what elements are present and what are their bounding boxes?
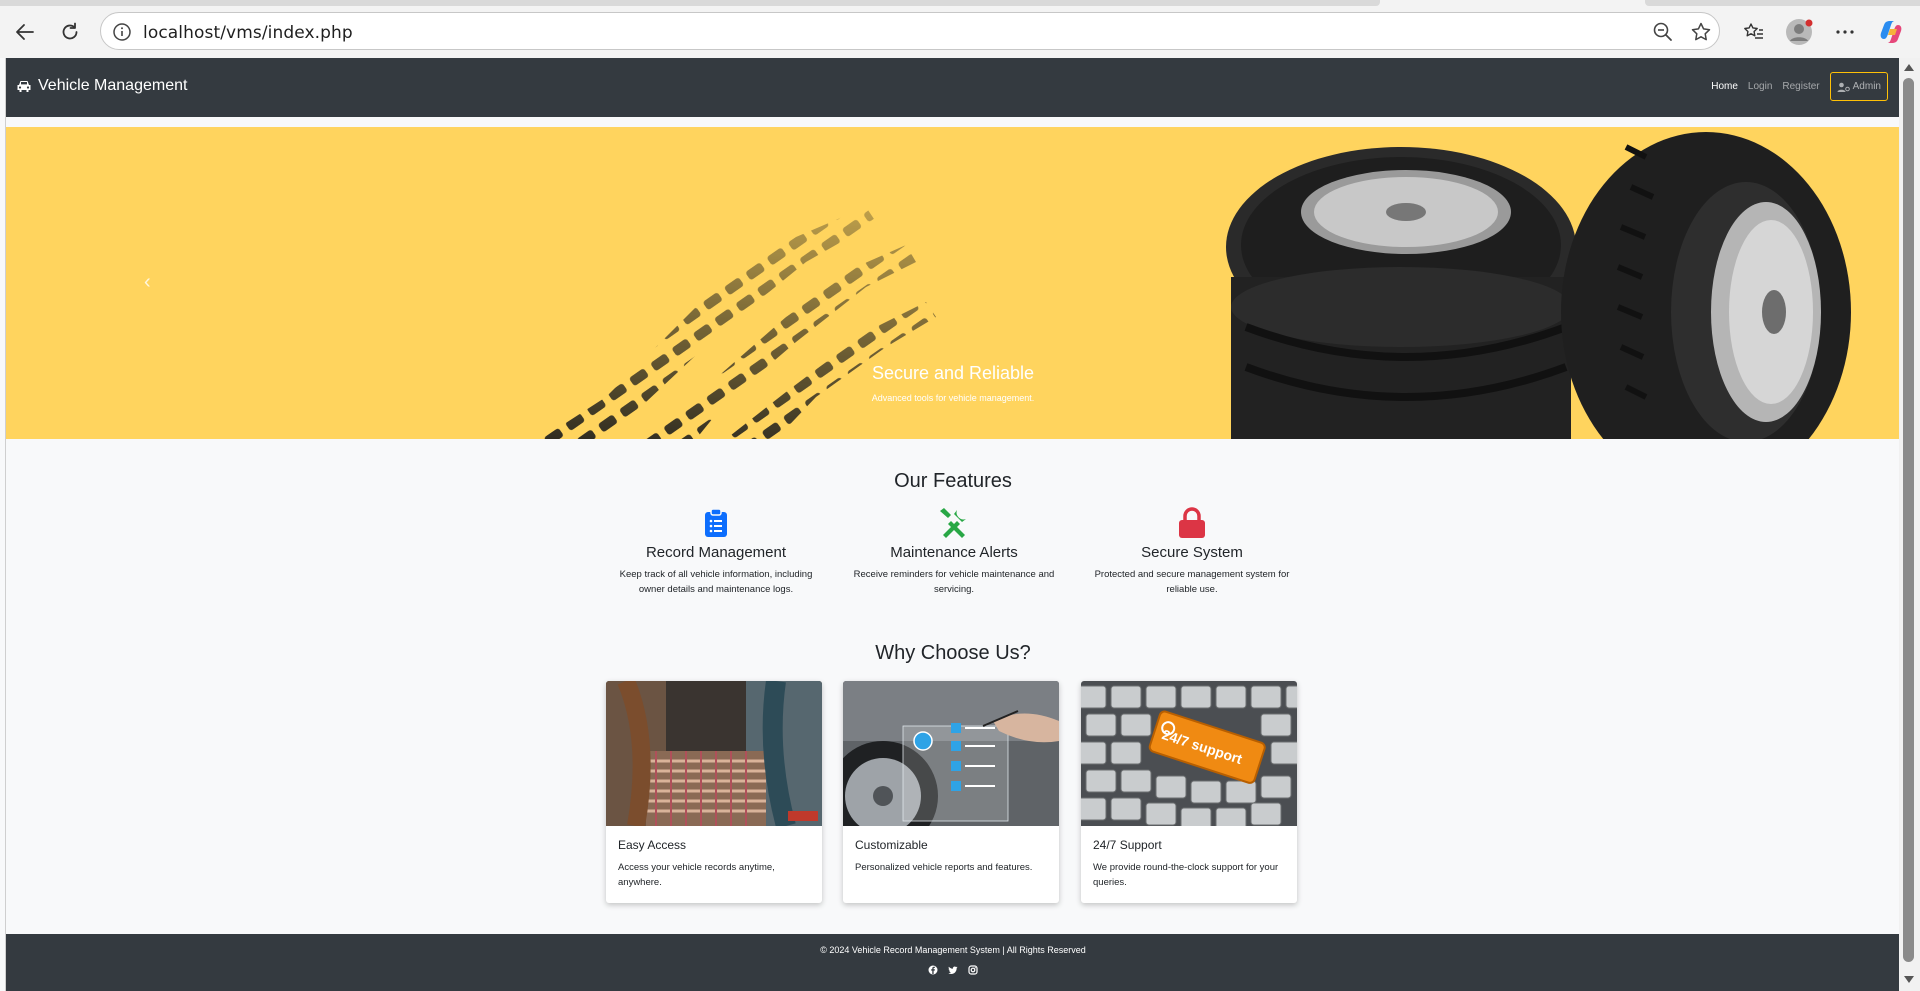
card-support[interactable]: 24/7 support 24/7 Support We provide rou…	[1081, 681, 1297, 903]
nav-login-link[interactable]: Login	[1748, 81, 1772, 92]
card-image-market	[606, 681, 822, 826]
browser-toolbar: localhost/vms/index.php	[0, 6, 1920, 58]
profile-button[interactable]	[1781, 14, 1817, 50]
card-easy-access[interactable]: Easy Access Access your vehicle records …	[606, 681, 822, 903]
lock-icon	[1179, 507, 1205, 538]
scroll-up-arrow-icon[interactable]	[1904, 64, 1914, 71]
card-image-keyboard: 24/7 support	[1081, 681, 1297, 826]
footer: © 2024 Vehicle Record Management System …	[6, 934, 1900, 991]
navbar: Vehicle Management Home Login Register A…	[6, 58, 1900, 117]
instagram-icon[interactable]	[968, 965, 978, 975]
address-bar[interactable]: localhost/vms/index.php	[100, 12, 1720, 50]
card-desc: Access your vehicle records anytime, any…	[618, 862, 775, 888]
nav-links: Home Login Register Admin	[1711, 72, 1888, 101]
copilot-icon	[1880, 21, 1902, 43]
site-info-icon[interactable]	[111, 21, 133, 43]
feature-desc: Keep track of all vehicle information, i…	[619, 569, 813, 595]
page-scrollbar[interactable]	[1899, 58, 1920, 991]
feature-title: Secure System	[1141, 544, 1243, 561]
avatar	[1786, 19, 1813, 45]
why-title: Why Choose Us?	[875, 642, 1031, 664]
card-image-checklist	[843, 681, 1059, 826]
settings-menu-button[interactable]	[1827, 14, 1863, 50]
navbar-brand[interactable]: Vehicle Management	[16, 77, 187, 95]
car-icon	[17, 81, 31, 92]
copilot-button[interactable]	[1873, 14, 1909, 50]
card-title: 24/7 Support	[1093, 838, 1162, 852]
scroll-down-arrow-icon[interactable]	[1904, 976, 1914, 983]
nav-home-link[interactable]: Home	[1711, 81, 1738, 92]
clipboard-list-icon	[705, 508, 727, 537]
url-text[interactable]: localhost/vms/index.php	[143, 23, 353, 43]
feature-secure-system: Secure System Protected and secure manag…	[1087, 506, 1297, 597]
hero-subtitle: Advanced tools for vehicle management.	[871, 393, 1035, 403]
reload-icon	[62, 22, 78, 40]
card-title: Easy Access	[618, 838, 687, 852]
admin-button[interactable]: Admin	[1829, 72, 1888, 101]
scrollbar-thumb[interactable]	[1903, 78, 1914, 962]
twitter-icon[interactable]	[948, 965, 958, 975]
user-cog-icon	[1837, 82, 1850, 92]
reload-button[interactable]	[52, 14, 88, 50]
feature-maintenance-alerts: Maintenance Alerts Receive reminders for…	[849, 506, 1059, 597]
feature-title: Maintenance Alerts	[890, 544, 1018, 561]
hero-carousel: ‹ Secure and Reliable Advanced tools for…	[6, 127, 1900, 439]
favorites-button[interactable]	[1736, 14, 1772, 50]
back-button[interactable]	[7, 14, 43, 50]
zoom-out-icon[interactable]	[1651, 20, 1675, 44]
features-title: Our Features	[894, 470, 1012, 492]
card-desc: We provide round-the-clock support for y…	[1093, 862, 1279, 888]
feature-title: Record Management	[645, 544, 787, 561]
footer-copyright: © 2024 Vehicle Record Management System …	[820, 945, 1086, 955]
favorites-list-icon	[1744, 23, 1763, 39]
card-desc: Personalized vehicle reports and feature…	[855, 862, 1033, 873]
feature-desc: Receive reminders for vehicle maintenanc…	[853, 569, 1055, 595]
more-options-icon	[1836, 30, 1854, 34]
nav-register-link[interactable]: Register	[1782, 81, 1819, 92]
hero-title: Secure and Reliable	[871, 363, 1035, 383]
card-title: Customizable	[855, 838, 928, 852]
page-viewport: Vehicle Management Home Login Register A…	[5, 58, 1900, 991]
admin-label: Admin	[1852, 81, 1881, 92]
back-arrow-icon	[16, 24, 34, 40]
tools-icon	[940, 508, 966, 538]
feature-desc: Protected and secure management system f…	[1094, 569, 1290, 595]
hero-caption: Secure and Reliable Advanced tools for v…	[6, 363, 1900, 403]
favorite-star-icon[interactable]	[1689, 20, 1713, 44]
social-links	[6, 965, 1900, 975]
card-customizable[interactable]: Customizable Personalized vehicle report…	[843, 681, 1059, 903]
feature-record-management: Record Management Keep track of all vehi…	[611, 506, 821, 597]
facebook-icon[interactable]	[928, 965, 938, 975]
carousel-prev-button[interactable]: ‹	[144, 271, 151, 294]
brand-label: Vehicle Management	[38, 77, 188, 94]
